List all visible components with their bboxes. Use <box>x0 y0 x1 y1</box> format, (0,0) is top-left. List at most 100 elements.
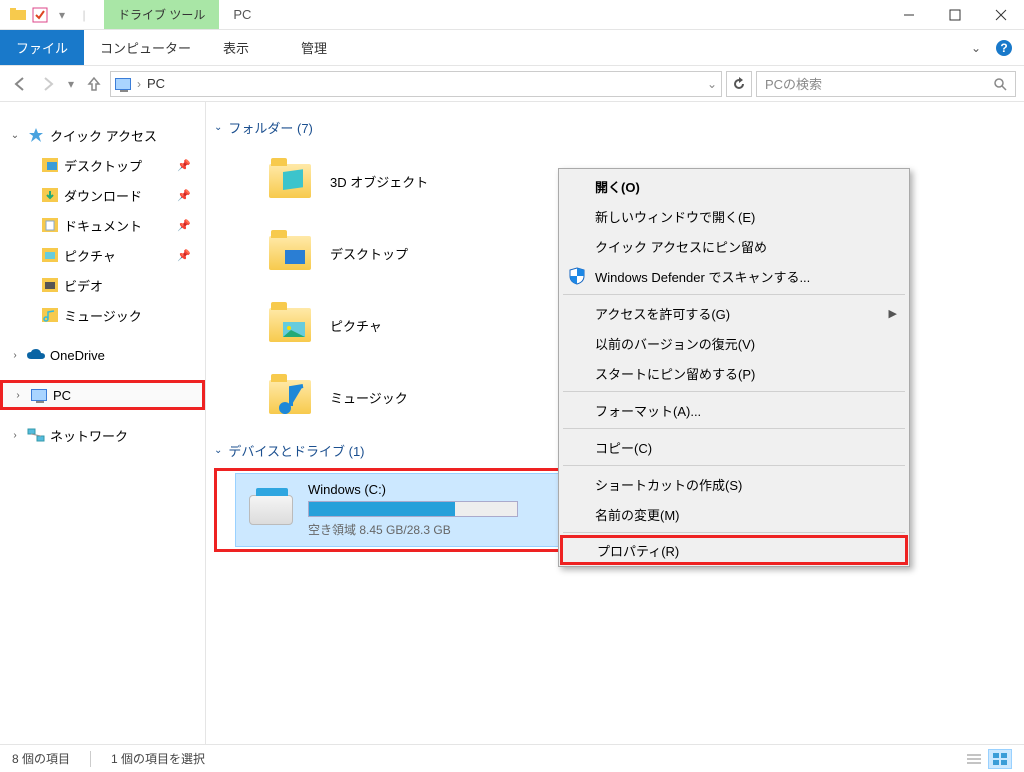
refresh-button[interactable] <box>726 71 752 97</box>
sidebar-item-pictures[interactable]: ピクチャ 📌 <box>0 240 205 270</box>
menu-separator <box>563 428 905 429</box>
sidebar-item-desktop[interactable]: デスクトップ 📌 <box>0 150 205 180</box>
status-selection: 1 個の項目を選択 <box>111 750 205 767</box>
chevron-right-icon: ▶ <box>889 307 897 320</box>
sidebar-label: PC <box>53 388 71 403</box>
downloads-icon <box>40 185 60 205</box>
tab-computer[interactable]: コンピューター <box>84 30 207 65</box>
folder-desktop[interactable]: デスクトップ <box>214 217 494 289</box>
help-button[interactable]: ? <box>992 30 1016 65</box>
recent-dropdown-icon[interactable]: ▾ <box>64 72 78 96</box>
folder-icon <box>266 301 314 349</box>
chevron-right-icon[interactable]: › <box>8 430 22 441</box>
close-button[interactable] <box>978 0 1024 30</box>
drive-icon <box>246 488 296 532</box>
tab-manage[interactable]: 管理 <box>285 30 343 65</box>
status-bar: 8 個の項目 1 個の項目を選択 <box>0 744 1024 772</box>
menu-defender-scan[interactable]: Windows Defender でスキャンする... <box>561 261 907 291</box>
sidebar-item-network[interactable]: › ネットワーク <box>0 420 205 450</box>
pc-icon <box>115 78 131 90</box>
menu-properties[interactable]: プロパティ(R) <box>560 535 908 565</box>
contextual-tab-label: ドライブ ツール <box>104 0 219 29</box>
folder-label: デスクトップ <box>330 244 408 263</box>
back-button[interactable] <box>8 72 32 96</box>
up-button[interactable] <box>82 72 106 96</box>
folder-pictures[interactable]: ピクチャ <box>214 289 494 361</box>
forward-button[interactable] <box>36 72 60 96</box>
chevron-down-icon: ⌄ <box>214 122 222 133</box>
drive-space-text: 空き領域 8.45 GB/28.3 GB <box>308 521 554 538</box>
drive-label: Windows (C:) <box>308 482 554 497</box>
pin-icon: 📌 <box>177 189 191 202</box>
ribbon-tabs: ファイル コンピューター 表示 管理 ⌄ ? <box>0 30 1024 66</box>
search-placeholder: PCの検索 <box>765 74 993 93</box>
status-item-count: 8 個の項目 <box>12 750 70 767</box>
menu-open-new-window[interactable]: 新しいウィンドウで開く(E) <box>561 201 907 231</box>
sidebar-label: クイック アクセス <box>50 126 157 145</box>
menu-restore-versions[interactable]: 以前のバージョンの復元(V) <box>561 328 907 358</box>
sidebar-label: ドキュメント <box>64 216 142 235</box>
maximize-button[interactable] <box>932 0 978 30</box>
sidebar-item-videos[interactable]: ビデオ <box>0 270 205 300</box>
menu-separator <box>563 294 905 295</box>
folder-3d-objects[interactable]: 3D オブジェクト <box>214 145 494 217</box>
menu-open[interactable]: 開く(O) <box>561 171 907 201</box>
star-icon <box>26 125 46 145</box>
navigation-bar: ▾ › PC ⌄ PCの検索 <box>0 66 1024 102</box>
documents-icon <box>40 215 60 235</box>
chevron-down-icon[interactable]: ⌄ <box>8 130 22 141</box>
minimize-button[interactable] <box>886 0 932 30</box>
tab-view[interactable]: 表示 <box>207 30 265 65</box>
sidebar-item-pc[interactable]: › PC <box>0 380 205 410</box>
address-dropdown-icon[interactable]: ⌄ <box>707 77 717 91</box>
folder-icon <box>266 157 314 205</box>
address-text: PC <box>147 76 701 91</box>
context-menu: 開く(O) 新しいウィンドウで開く(E) クイック アクセスにピン留め Wind… <box>558 168 910 567</box>
menu-create-shortcut[interactable]: ショートカットの作成(S) <box>561 469 907 499</box>
sidebar-label: デスクトップ <box>64 156 142 175</box>
menu-rename[interactable]: 名前の変更(M) <box>561 499 907 529</box>
menu-separator <box>563 391 905 392</box>
tab-file[interactable]: ファイル <box>0 30 84 65</box>
pin-icon: 📌 <box>177 159 191 172</box>
address-bar[interactable]: › PC ⌄ <box>110 71 722 97</box>
videos-icon <box>40 275 60 295</box>
pin-icon: 📌 <box>177 219 191 232</box>
sidebar-item-downloads[interactable]: ダウンロード 📌 <box>0 180 205 210</box>
pc-icon <box>29 385 49 405</box>
drive-highlight-annotation: Windows (C:) 空き領域 8.45 GB/28.3 GB <box>214 468 570 552</box>
chevron-right-icon[interactable]: › <box>11 390 25 401</box>
menu-pin-quick-access[interactable]: クイック アクセスにピン留め <box>561 231 907 261</box>
menu-pin-start[interactable]: スタートにピン留めする(P) <box>561 358 907 388</box>
shield-icon <box>567 266 587 286</box>
explorer-icon[interactable] <box>8 5 28 25</box>
qat-separator: | <box>74 5 94 25</box>
menu-copy[interactable]: コピー(C) <box>561 432 907 462</box>
search-input[interactable]: PCの検索 <box>756 71 1016 97</box>
window-title: PC <box>233 7 251 22</box>
svg-text:?: ? <box>1000 41 1007 55</box>
menu-give-access[interactable]: アクセスを許可する(G)▶ <box>561 298 907 328</box>
quick-access-toolbar: ▾ | <box>8 5 94 25</box>
network-icon <box>26 425 46 445</box>
expand-ribbon-icon[interactable]: ⌄ <box>964 30 988 65</box>
chevron-right-icon[interactable]: › <box>8 350 22 361</box>
window-controls <box>886 0 1024 30</box>
tiles-view-button[interactable] <box>988 749 1012 769</box>
drive-c[interactable]: Windows (C:) 空き領域 8.45 GB/28.3 GB <box>235 473 565 547</box>
chevron-down-icon: ⌄ <box>214 445 222 456</box>
sidebar-item-documents[interactable]: ドキュメント 📌 <box>0 210 205 240</box>
qat-dropdown-icon[interactable]: ▾ <box>52 5 72 25</box>
menu-format[interactable]: フォーマット(A)... <box>561 395 907 425</box>
details-view-button[interactable] <box>962 749 986 769</box>
sidebar-label: ピクチャ <box>64 246 116 265</box>
folder-music[interactable]: ミュージック <box>214 361 494 433</box>
section-folders[interactable]: ⌄ フォルダー (7) <box>214 118 1016 137</box>
sidebar-item-onedrive[interactable]: › OneDrive <box>0 340 205 370</box>
sidebar-item-quick-access[interactable]: ⌄ クイック アクセス <box>0 120 205 150</box>
sidebar-item-music[interactable]: ミュージック <box>0 300 205 330</box>
drive-usage-bar <box>308 501 518 517</box>
music-icon <box>40 305 60 325</box>
sidebar-label: OneDrive <box>50 348 105 363</box>
properties-shortcut-icon[interactable] <box>30 5 50 25</box>
